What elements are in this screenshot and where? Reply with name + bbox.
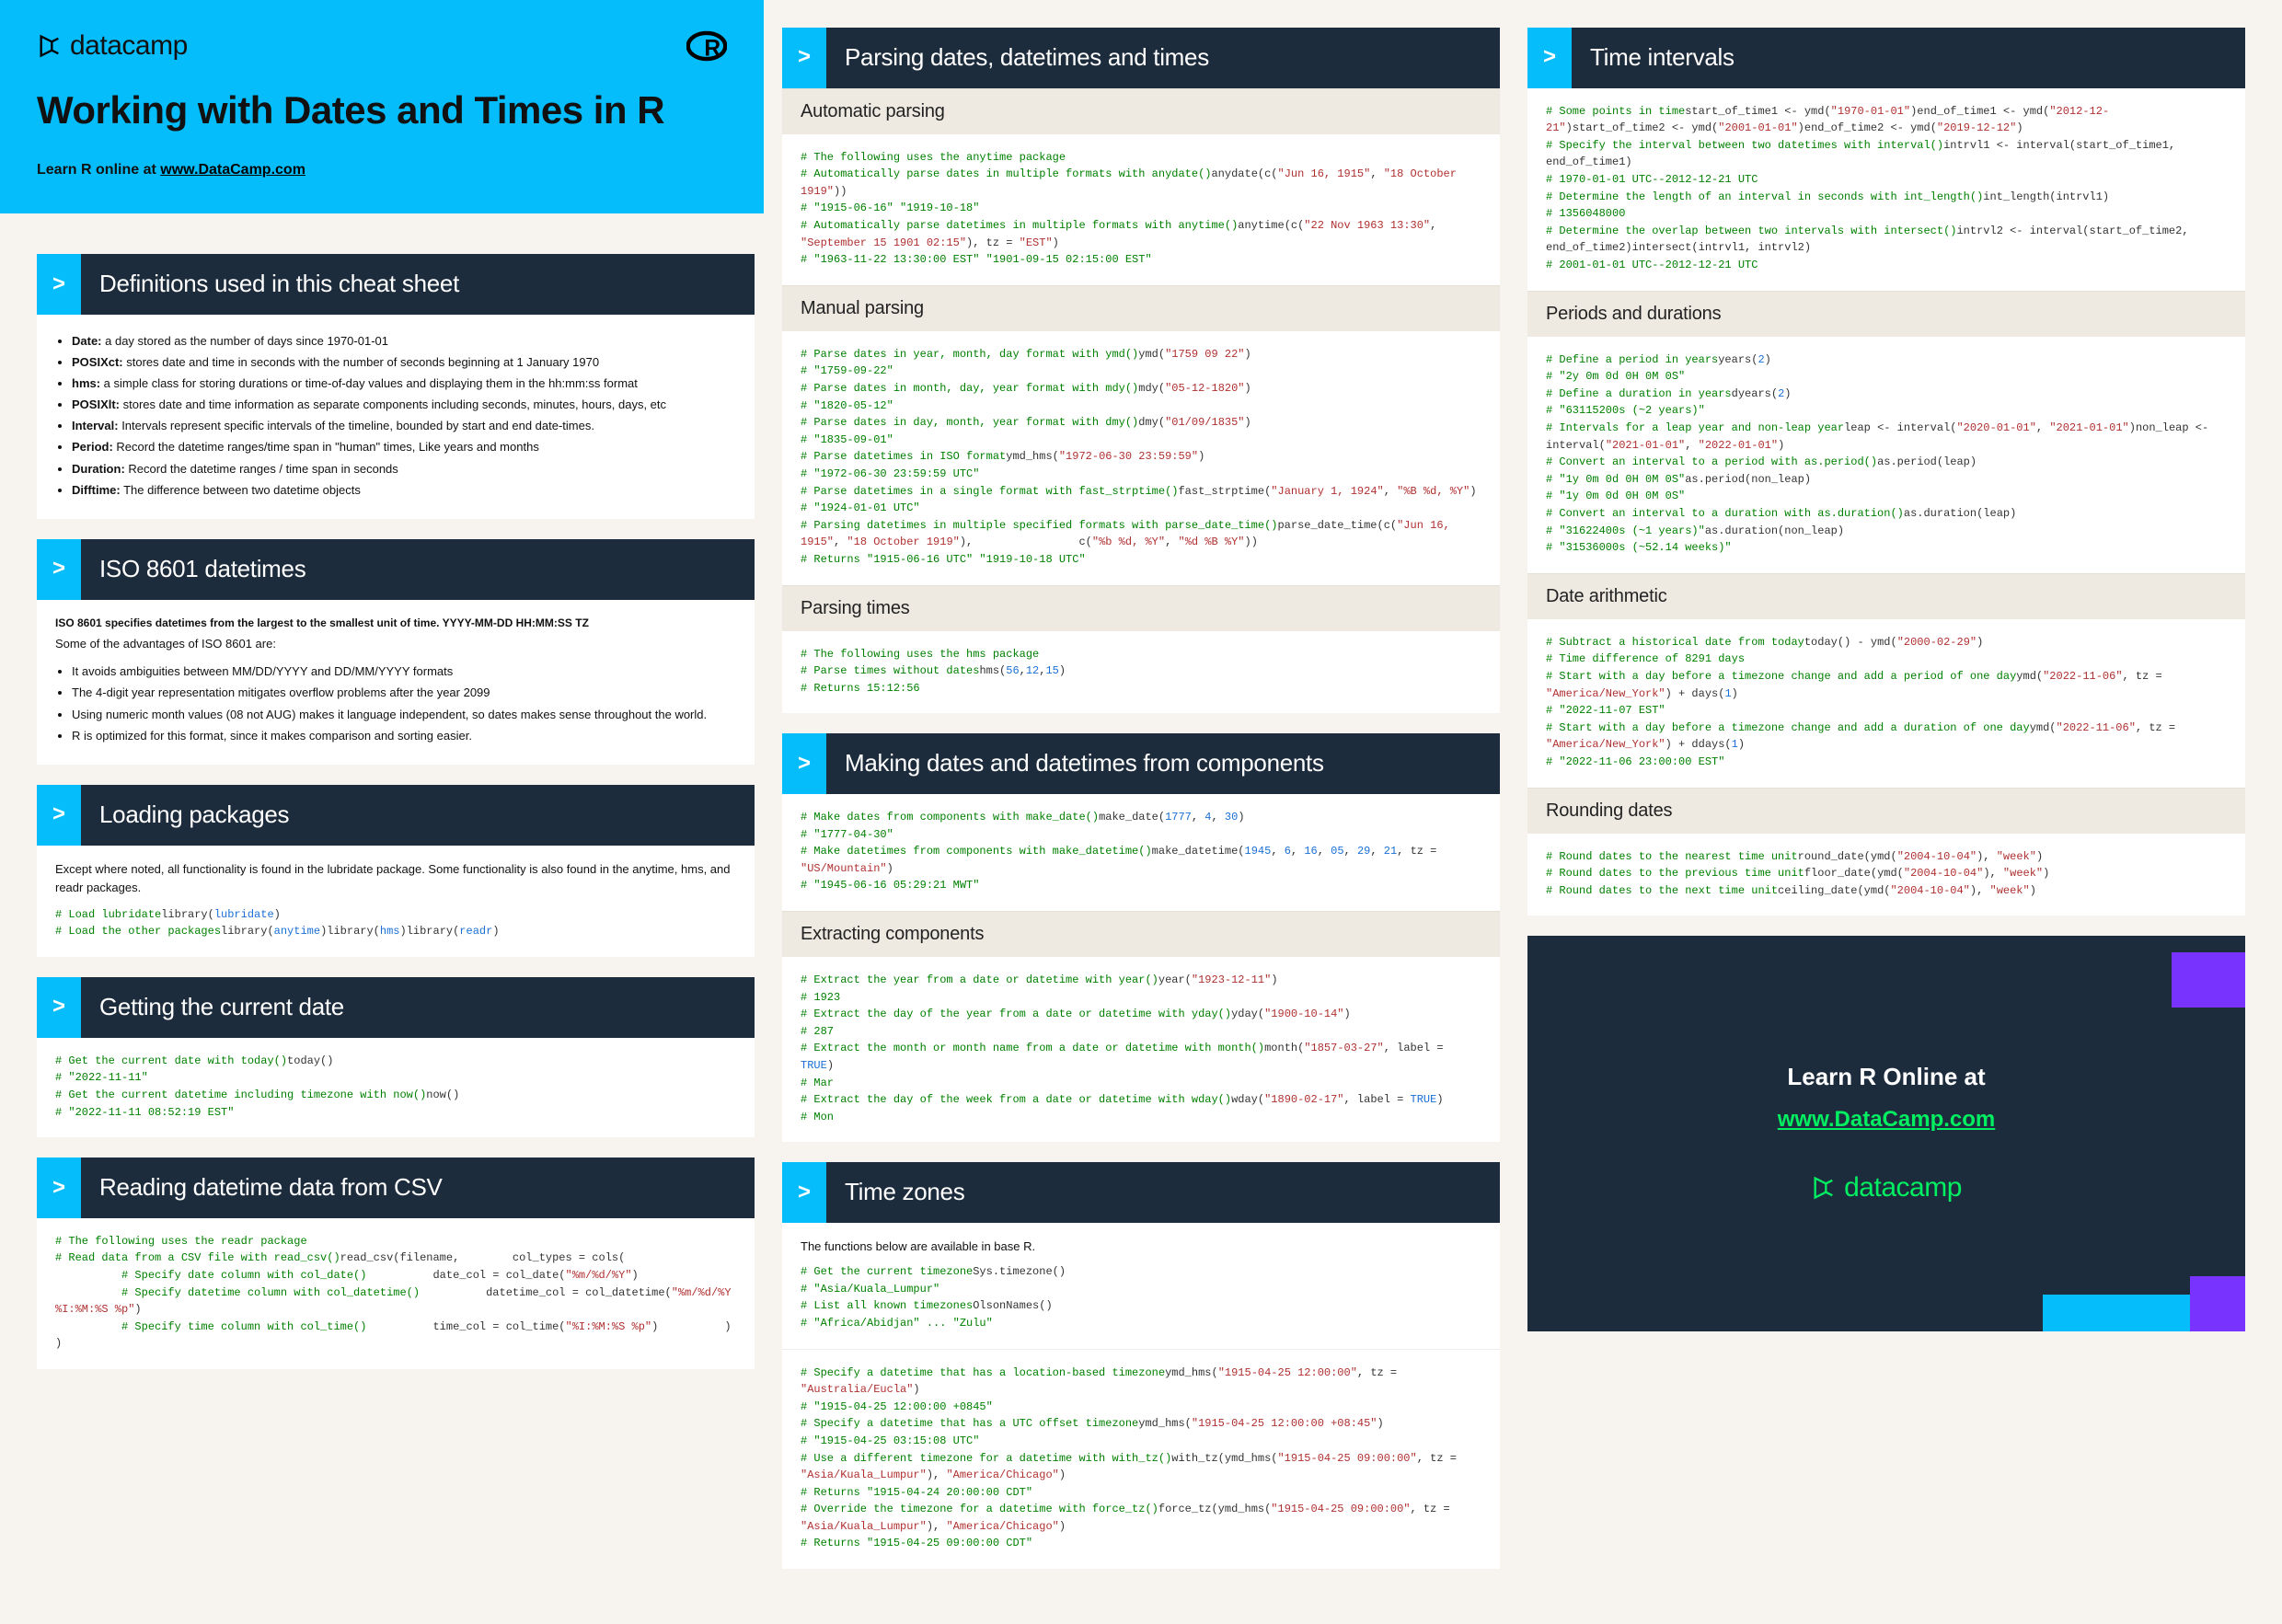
- code-manual-parse: # Parse dates in year, month, day format…: [801, 346, 1481, 569]
- section-intervals: >Time intervals # Some points in timesta…: [1527, 28, 2245, 916]
- datacamp-logo: datacamp: [37, 26, 188, 66]
- subtitle-prefix: Learn R online at: [37, 162, 160, 178]
- promo-card: Learn R Online at www.DataCamp.com datac…: [1527, 936, 2245, 1331]
- logo-text: datacamp: [70, 26, 188, 66]
- code-arithmetic: # Subtract a historical date from todayt…: [1546, 634, 2227, 771]
- column-3: >Time intervals # Some points in timesta…: [1527, 28, 2245, 1331]
- iso-advantage-item: Using numeric month values (08 not AUG) …: [72, 706, 736, 724]
- section-title: Time intervals: [1572, 28, 2245, 88]
- definitions-list: Date: a day stored as the number of days…: [55, 332, 736, 500]
- section-timezones: >Time zones The functions below are avai…: [782, 1162, 1500, 1569]
- code-rounding: # Round dates to the nearest time unitro…: [1546, 848, 2227, 900]
- hero-subtitle: Learn R online at www.DataCamp.com: [37, 159, 727, 180]
- definition-item: Duration: Record the datetime ranges / t…: [72, 460, 736, 478]
- section-title: Getting the current date: [81, 977, 755, 1038]
- section-title: Parsing dates, datetimes and times: [826, 28, 1500, 88]
- definition-item: hms: a simple class for storing duration…: [72, 374, 736, 393]
- subheading-periods: Periods and durations: [1527, 291, 2245, 337]
- subheading-extract: Extracting components: [782, 911, 1500, 957]
- code-make: # Make dates from components with make_d…: [801, 809, 1481, 894]
- code-tz-lubridate: # Specify a datetime that has a location…: [801, 1365, 1481, 1553]
- code-csv: # The following uses the readr package# …: [55, 1233, 736, 1353]
- section-today: >Getting the current date # Get the curr…: [37, 977, 755, 1137]
- promo-link[interactable]: www.DataCamp.com: [1778, 1104, 1996, 1136]
- iso-advantage-item: R is optimized for this format, since it…: [72, 727, 736, 745]
- definition-item: Date: a day stored as the number of days…: [72, 332, 736, 351]
- section-title: Time zones: [826, 1162, 1500, 1223]
- definition-item: Interval: Intervals represent specific i…: [72, 417, 736, 435]
- code-periods: # Define a period in yearsyears(2) # "2y…: [1546, 351, 2227, 557]
- r-logo-icon: R: [686, 26, 727, 66]
- page: datacamp R Working with Dates and Times …: [0, 0, 2282, 1624]
- subheading-arithmetic: Date arithmetic: [1527, 573, 2245, 619]
- code-extract: # Extract the year from a date or dateti…: [801, 972, 1481, 1125]
- decor-square: [2190, 1276, 2245, 1331]
- section-title: Reading datetime data from CSV: [81, 1158, 755, 1218]
- code-parse-times: # The following uses the hms package# Pa…: [801, 646, 1481, 697]
- definition-item: POSIXct: stores date and time in seconds…: [72, 353, 736, 372]
- subheading-auto: Automatic parsing: [782, 88, 1500, 134]
- code-loading: # Load lubridatelibrary(lubridate)# Load…: [55, 906, 736, 940]
- definition-item: POSIXlt: stores date and time informatio…: [72, 396, 736, 414]
- section-title: Definitions used in this cheat sheet: [81, 254, 755, 315]
- chevron-icon: >: [37, 977, 81, 1038]
- subheading-rounding: Rounding dates: [1527, 788, 2245, 834]
- subheading-manual: Manual parsing: [782, 285, 1500, 331]
- iso-intro-2: Some of the advantages of ISO 8601 are:: [55, 635, 736, 653]
- code-today: # Get the current date with today()today…: [55, 1053, 736, 1121]
- definition-item: Difftime: The difference between two dat…: [72, 481, 736, 500]
- section-title: Making dates and datetimes from componen…: [826, 733, 1500, 794]
- promo-heading: Learn R Online at: [1787, 1060, 1985, 1095]
- logo-icon: [37, 33, 63, 59]
- section-title: Loading packages: [81, 785, 755, 846]
- logo-icon: [1811, 1175, 1837, 1201]
- definition-item: Period: Record the datetime ranges/time …: [72, 438, 736, 456]
- iso-advantage-item: It avoids ambiguities between MM/DD/YYYY…: [72, 662, 736, 681]
- hero-link[interactable]: www.DataCamp.com: [160, 162, 305, 178]
- column-1: datacamp R Working with Dates and Times …: [37, 28, 755, 1369]
- section-parsing: >Parsing dates, datetimes and times Auto…: [782, 28, 1500, 713]
- code-auto-parse: # The following uses the anytime package…: [801, 149, 1481, 269]
- section-making: >Making dates and datetimes from compone…: [782, 733, 1500, 1142]
- loading-intro: Except where noted, all functionality is…: [55, 860, 736, 897]
- chevron-icon: >: [37, 1158, 81, 1218]
- decor-square: [2172, 952, 2245, 1008]
- section-definitions: >Definitions used in this cheat sheet Da…: [37, 254, 755, 519]
- section-title: ISO 8601 datetimes: [81, 539, 755, 600]
- chevron-icon: >: [37, 785, 81, 846]
- promo-logo: datacamp: [1811, 1168, 1962, 1208]
- svg-text:R: R: [704, 37, 720, 62]
- column-2: >Parsing dates, datetimes and times Auto…: [782, 28, 1500, 1569]
- chevron-icon: >: [1527, 28, 1572, 88]
- section-loading: >Loading packages Except where noted, al…: [37, 785, 755, 957]
- iso-advantages-list: It avoids ambiguities between MM/DD/YYYY…: [55, 662, 736, 745]
- decor-square: [2043, 1295, 2190, 1331]
- section-iso: >ISO 8601 datetimes ISO 8601 specifies d…: [37, 539, 755, 765]
- iso-advantage-item: The 4-digit year representation mitigate…: [72, 684, 736, 702]
- promo-logo-text: datacamp: [1844, 1168, 1962, 1208]
- code-intervals: # Some points in timestart_of_time1 <- y…: [1546, 103, 2227, 274]
- iso-intro-1: ISO 8601 specifies datetimes from the la…: [55, 615, 736, 632]
- code-tz-base: # Get the current timezoneSys.timezone()…: [801, 1263, 1481, 1331]
- section-csv: >Reading datetime data from CSV # The fo…: [37, 1158, 755, 1369]
- hero: datacamp R Working with Dates and Times …: [0, 0, 764, 213]
- chevron-icon: >: [37, 254, 81, 315]
- subheading-parsetimes: Parsing times: [782, 585, 1500, 631]
- chevron-icon: >: [782, 28, 826, 88]
- page-title: Working with Dates and Times in R: [37, 83, 727, 139]
- chevron-icon: >: [37, 539, 81, 600]
- chevron-icon: >: [782, 1162, 826, 1223]
- tz-intro: The functions below are available in bas…: [801, 1238, 1481, 1256]
- chevron-icon: >: [782, 733, 826, 794]
